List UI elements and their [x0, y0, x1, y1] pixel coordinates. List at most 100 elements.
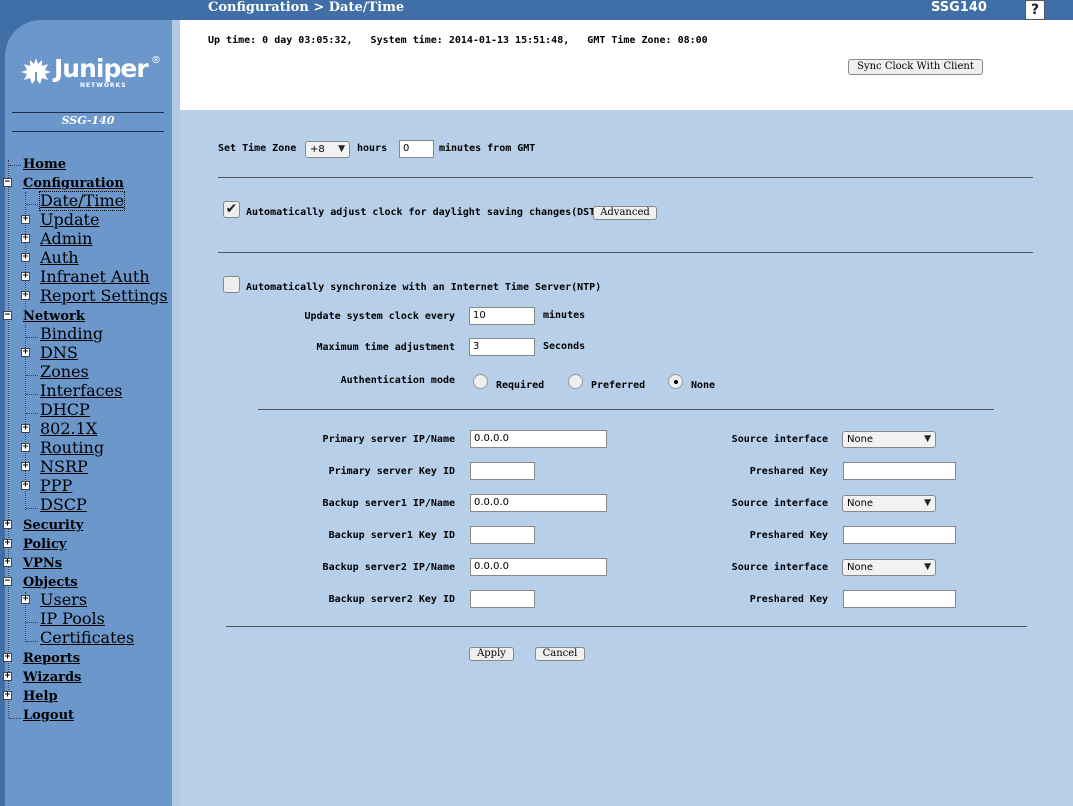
sidebar-item-infranet-auth[interactable]: Infranet Auth — [40, 268, 150, 286]
expand-icon[interactable]: + — [21, 234, 30, 243]
device-label: SSG-140 — [61, 114, 115, 127]
sidebar-item-datetime[interactable]: Date/Time — [38, 191, 126, 211]
backup2-ip-label: Backup server2 IP/Name — [322, 562, 455, 573]
sidebar-item-ip-pools[interactable]: IP Pools — [40, 610, 105, 628]
auth-preferred-label: Preferred — [591, 380, 646, 391]
timezone-minutes-input[interactable]: 0 — [399, 140, 434, 158]
update-clock-input[interactable]: 10 — [469, 307, 535, 325]
expand-icon[interactable]: + — [21, 348, 30, 357]
advanced-button[interactable]: Advanced — [593, 206, 657, 220]
expand-icon[interactable]: + — [3, 520, 12, 529]
backup2-key-input[interactable] — [470, 590, 535, 608]
sidebar-item-policy[interactable]: Policy — [23, 536, 66, 554]
update-clock-unit: minutes — [543, 310, 586, 321]
primary-ip-label: Primary server IP/Name — [322, 434, 455, 445]
backup1-key-input[interactable] — [470, 526, 535, 544]
auth-none-radio[interactable] — [668, 374, 683, 389]
sidebar-item-dhcp[interactable]: DHCP — [40, 401, 90, 419]
sidebar-item-dns[interactable]: DNS — [40, 344, 78, 362]
collapse-icon[interactable]: − — [3, 311, 12, 320]
expand-icon[interactable]: + — [3, 691, 12, 700]
sidebar-item-report-settings[interactable]: Report Settings — [40, 287, 168, 305]
sidebar-item-routing[interactable]: Routing — [40, 439, 104, 457]
sidebar-item-802-1x[interactable]: 802.1X — [40, 420, 97, 438]
backup1-ip-label: Backup server1 IP/Name — [322, 498, 455, 509]
backup1-preshared-key-input[interactable] — [843, 526, 956, 544]
device-name: SSG140 — [931, 0, 987, 15]
backup2-source-interface-select[interactable]: None ▼ — [842, 559, 936, 576]
expand-icon[interactable]: + — [3, 672, 12, 681]
tree-line — [26, 375, 38, 376]
expand-icon[interactable]: + — [21, 443, 30, 452]
expand-icon[interactable]: + — [21, 595, 30, 604]
timezone-hours-value: +8 — [310, 144, 325, 155]
chevron-down-icon: ▼ — [924, 498, 931, 508]
sidebar-item-auth[interactable]: Auth — [40, 249, 79, 267]
ntp-label: Automatically synchronize with an Intern… — [246, 282, 602, 293]
sidebar-item-reports[interactable]: Reports — [23, 650, 80, 668]
separator — [226, 626, 1027, 627]
cancel-button[interactable]: Cancel — [535, 647, 585, 661]
tree-line — [9, 165, 21, 166]
expand-icon[interactable]: + — [3, 539, 12, 548]
backup2-source-interface-label: Source interface — [731, 562, 828, 573]
sidebar-item-dscp[interactable]: DSCP — [40, 496, 87, 514]
top-bar — [0, 0, 1073, 20]
backup1-source-interface-select[interactable]: None ▼ — [842, 495, 936, 512]
sidebar-item-vpns[interactable]: VPNs — [23, 555, 62, 573]
sidebar-item-logout[interactable]: Logout — [23, 707, 74, 725]
sidebar-item-users[interactable]: Users — [40, 591, 87, 609]
sidebar-item-certificates[interactable]: Certificates — [40, 629, 134, 647]
sidebar-item-security[interactable]: Security — [23, 517, 83, 535]
tree-line — [26, 394, 38, 395]
sidebar-item-update[interactable]: Update — [40, 211, 99, 229]
collapse-icon[interactable]: − — [3, 178, 12, 187]
sidebar-item-home[interactable]: Home — [23, 156, 66, 174]
sidebar-item-ppp[interactable]: PPP — [40, 477, 72, 495]
juniper-leaf-icon — [21, 58, 51, 85]
primary-preshared-key-input[interactable] — [843, 462, 956, 480]
expand-icon[interactable]: + — [21, 215, 30, 224]
expand-icon[interactable]: + — [3, 653, 12, 662]
backup2-preshared-key-input[interactable] — [843, 590, 956, 608]
backup1-ip-input[interactable]: 0.0.0.0 — [470, 494, 607, 512]
dst-checkbox[interactable]: ✔ — [223, 201, 240, 218]
help-icon[interactable]: ? — [1025, 0, 1045, 20]
auth-required-radio[interactable] — [473, 374, 488, 389]
sidebar-divider — [12, 131, 164, 132]
sync-clock-button[interactable]: Sync Clock With Client — [848, 59, 983, 75]
expand-icon[interactable]: + — [21, 253, 30, 262]
sidebar-item-zones[interactable]: Zones — [40, 363, 89, 381]
timezone-hours-select[interactable]: +8 ▼ — [305, 141, 350, 158]
backup2-ip-input[interactable]: 0.0.0.0 — [470, 558, 607, 576]
sidebar-item-binding[interactable]: Binding — [40, 325, 103, 343]
max-adjustment-unit: Seconds — [543, 341, 586, 352]
tree-line — [26, 508, 38, 509]
sidebar-item-help[interactable]: Help — [23, 688, 58, 706]
expand-icon[interactable]: + — [21, 462, 30, 471]
ntp-checkbox[interactable] — [223, 276, 240, 293]
system-status: Up time: 0 day 03:05:32, System time: 20… — [208, 35, 708, 46]
tree-line — [26, 204, 38, 205]
collapse-icon[interactable]: − — [3, 577, 12, 586]
expand-icon[interactable]: + — [21, 424, 30, 433]
sidebar-item-wizards[interactable]: Wizards — [23, 669, 81, 687]
tree-line — [9, 718, 21, 719]
sidebar-item-interfaces[interactable]: Interfaces — [40, 382, 122, 400]
expand-icon[interactable]: + — [21, 481, 30, 490]
primary-key-input[interactable] — [470, 462, 535, 480]
sidebar-item-admin[interactable]: Admin — [40, 230, 92, 248]
apply-button[interactable]: Apply — [469, 647, 514, 661]
sidebar-item-nsrp[interactable]: NSRP — [40, 458, 88, 476]
primary-source-interface-select[interactable]: None ▼ — [842, 431, 936, 448]
expand-icon[interactable]: + — [3, 558, 12, 567]
auth-preferred-radio[interactable] — [568, 374, 583, 389]
logo-subtitle: NETWORKS — [80, 82, 127, 89]
max-adjustment-input[interactable]: 3 — [469, 338, 535, 356]
update-clock-label: Update system clock every — [304, 311, 455, 322]
primary-ip-input[interactable]: 0.0.0.0 — [470, 430, 607, 448]
primary-preshared-key-label: Preshared Key — [749, 466, 828, 477]
expand-icon[interactable]: + — [21, 291, 30, 300]
chevron-down-icon: ▼ — [338, 144, 345, 154]
expand-icon[interactable]: + — [21, 272, 30, 281]
